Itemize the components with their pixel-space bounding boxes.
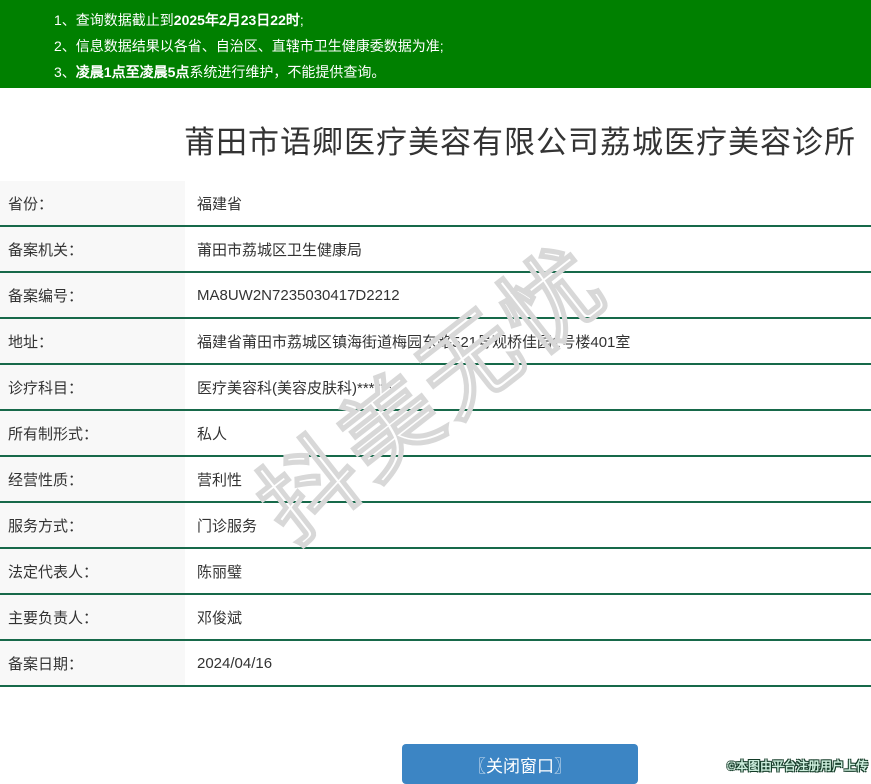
table-row-service-mode: 服务方式： 门诊服务 — [0, 503, 871, 549]
table-row-operating-nature: 经营性质： 营利性 — [0, 457, 871, 503]
table-row-ownership-form: 所有制形式： 私人 — [0, 411, 871, 457]
content-page: 莆田市语卿医疗美容有限公司荔城医疗美容诊所 省份： 福建省 备案机关： 莆田市荔… — [0, 121, 871, 784]
notice-text: 信息数据结果以各省、自治区、直辖市卫生健康委数据为准; — [75, 38, 444, 54]
notice-number: 2、 — [54, 38, 76, 54]
notice-bar: 1、查询数据截止到2025年2月23日22时; 2、信息数据结果以各省、自治区、… — [0, 0, 871, 88]
notice-text: 系统进行维护，不能提供查询。 — [189, 64, 386, 80]
table-row-principal-person: 主要负责人： 邓俊斌 — [0, 595, 871, 641]
row-label: 诊疗科目： — [0, 365, 185, 409]
table-row-legal-representative: 法定代表人： 陈丽璧 — [0, 549, 871, 595]
row-label: 备案编号： — [0, 273, 185, 317]
notice-text-bold: 2025年2月23日22时 — [173, 12, 300, 28]
row-value: 2024/04/16 — [197, 654, 273, 672]
table-row-address: 地址： 福建省莆田市荔城区镇海街道梅园东路521号观桥佳园1号楼401室 — [0, 319, 871, 365]
notice-number: 3、 — [54, 64, 76, 80]
row-label: 经营性质： — [0, 457, 185, 501]
row-value: 医疗美容科(美容皮肤科)****** — [197, 379, 393, 397]
record-table: 省份： 福建省 备案机关： 莆田市荔城区卫生健康局 备案编号： MA8UW2N7… — [0, 181, 871, 687]
row-value: 莆田市荔城区卫生健康局 — [197, 241, 363, 259]
row-label: 备案机关： — [0, 227, 185, 271]
row-label: 备案日期： — [0, 641, 185, 685]
notice-text: ; — [299, 12, 304, 28]
table-row-registration-date: 备案日期： 2024/04/16 — [0, 641, 871, 687]
notice-text: 查询数据截止到 — [75, 12, 174, 28]
row-label: 主要负责人： — [0, 595, 185, 639]
table-row-registration-number: 备案编号： MA8UW2N7235030417D2212 — [0, 273, 871, 319]
table-row-clinical-departments: 诊疗科目： 医疗美容科(美容皮肤科)****** — [0, 365, 871, 411]
row-value: 门诊服务 — [197, 517, 258, 535]
table-row-registration-authority: 备案机关： 莆田市荔城区卫生健康局 — [0, 227, 871, 273]
row-label: 法定代表人： — [0, 549, 185, 593]
notice-line-3: 3、凌晨1点至凌晨5点系统进行维护，不能提供查询。 — [0, 59, 871, 85]
row-label: 所有制形式： — [0, 411, 185, 455]
notice-line-2: 2、信息数据结果以各省、自治区、直辖市卫生健康委数据为准; — [0, 33, 871, 59]
row-label: 服务方式： — [0, 503, 185, 547]
row-value: 营利性 — [197, 471, 243, 489]
row-label: 地址： — [0, 319, 185, 363]
row-value: 福建省 — [197, 195, 243, 213]
notice-text-bold: 凌晨1点至凌晨5点 — [75, 64, 190, 80]
row-value: 邓俊斌 — [197, 609, 243, 627]
row-value: MA8UW2N7235030417D2212 — [197, 286, 400, 304]
table-row-province: 省份： 福建省 — [0, 181, 871, 227]
notice-number: 1、 — [54, 12, 76, 28]
row-label: 省份： — [0, 181, 185, 225]
page-title: 莆田市语卿医疗美容有限公司荔城医疗美容诊所 — [184, 125, 856, 160]
row-value: 陈丽璧 — [197, 563, 243, 581]
notice-line-1: 1、查询数据截止到2025年2月23日22时; — [0, 7, 871, 33]
row-value: 私人 — [197, 425, 228, 443]
close-window-button[interactable]: 〖关闭窗口〗 — [402, 744, 638, 784]
platform-credit-caption: ©本图由平台注册用户上传 — [727, 759, 868, 773]
row-value: 福建省莆田市荔城区镇海街道梅园东路521号观桥佳园1号楼401室 — [197, 333, 631, 351]
